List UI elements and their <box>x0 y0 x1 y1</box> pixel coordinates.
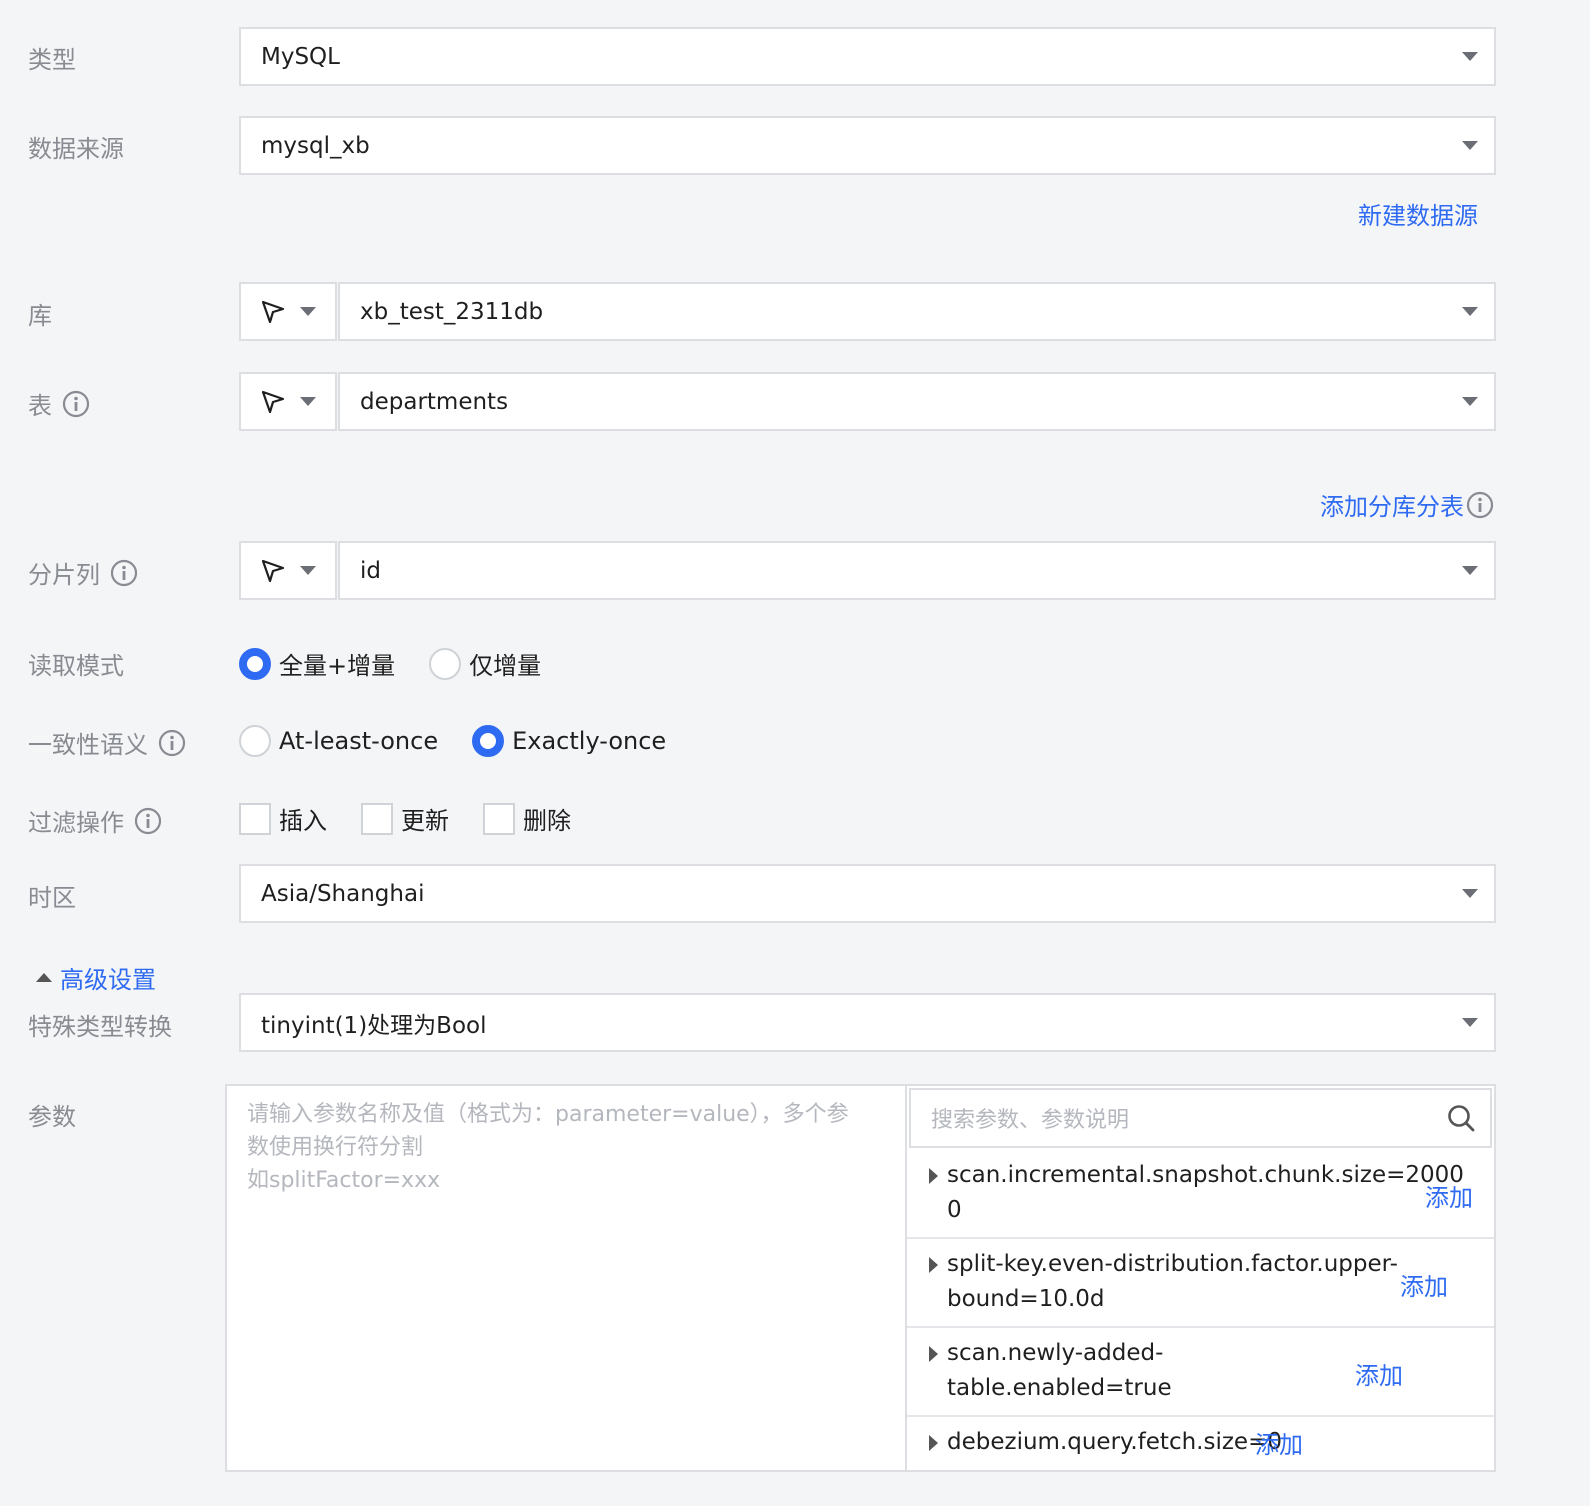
radio-unchecked[interactable] <box>239 725 271 757</box>
expand-caret-icon[interactable] <box>929 1257 938 1273</box>
table-select[interactable]: departments <box>338 372 1496 431</box>
consistency-exactly-once[interactable]: Exactly-once <box>472 725 666 757</box>
special-conversion-select[interactable]: tinyint(1)处理为Bool <box>239 993 1496 1052</box>
chevron-down-icon <box>1462 889 1478 898</box>
cursor-icon <box>261 300 285 323</box>
database-mode-select[interactable] <box>239 282 337 341</box>
param-item[interactable]: scan.newly-added- table.enabled=true 添加 <box>907 1328 1494 1417</box>
expand-caret-icon[interactable] <box>929 1168 938 1184</box>
add-shard-table-label: 添加分库分表 <box>1320 493 1464 521</box>
read-mode-radio-group: 全量+增量 仅增量 <box>239 646 575 681</box>
source-label: 数据来源 <box>28 135 124 163</box>
type-select[interactable]: MySQL <box>239 27 1496 86</box>
shard-column-value: id <box>360 557 381 584</box>
new-datasource-link[interactable]: 新建数据源 <box>1358 196 1478 231</box>
param-item[interactable]: scan.incremental.snapshot.chunk.size=200… <box>907 1150 1494 1239</box>
table-mode-select[interactable] <box>239 372 337 431</box>
info-icon[interactable] <box>110 559 138 587</box>
filter-ops-label: 过滤操作 <box>28 803 162 838</box>
table-value: departments <box>360 388 509 415</box>
chevron-down-icon <box>1462 566 1478 575</box>
radio-checked[interactable] <box>472 725 505 757</box>
filter-ops-checkbox-group: 插入 更新 删除 <box>239 801 605 836</box>
chevron-down-icon <box>300 566 316 575</box>
add-param-link[interactable]: 添加 <box>1400 1267 1448 1302</box>
chevron-down-icon <box>1462 52 1478 61</box>
cursor-icon <box>261 390 285 413</box>
param-item[interactable]: split-key.even-distribution.factor.upper… <box>907 1239 1494 1328</box>
filter-update[interactable]: 更新 <box>361 801 449 836</box>
param-item[interactable]: debezium.query.fetch.size=0 添加 <box>907 1417 1494 1473</box>
info-icon[interactable] <box>134 807 162 835</box>
special-conversion-value: tinyint(1)处理为Bool <box>261 1012 487 1039</box>
radio-unchecked[interactable] <box>429 647 462 680</box>
chevron-down-icon <box>1462 1018 1478 1027</box>
param-text: scan.newly-added- table.enabled=true <box>947 1340 1172 1401</box>
params-placeholder: 请输入参数名称及值（格式为：parameter=value），多个参 数使用换行… <box>247 1102 849 1193</box>
param-search-input[interactable]: 搜索参数、参数说明 <box>909 1088 1492 1148</box>
type-label: 类型 <box>28 46 76 74</box>
info-icon[interactable] <box>1466 491 1494 519</box>
checkbox[interactable] <box>239 802 271 835</box>
database-value: xb_test_2311db <box>360 298 544 325</box>
advanced-settings-toggle[interactable]: 高级设置 <box>36 960 156 995</box>
source-value: mysql_xb <box>261 132 370 159</box>
param-text: split-key.even-distribution.factor.upper… <box>947 1251 1398 1312</box>
add-param-link[interactable]: 添加 <box>1355 1356 1403 1391</box>
shard-column-mode-select[interactable] <box>239 541 337 600</box>
chevron-down-icon <box>1462 307 1478 316</box>
checkbox[interactable] <box>361 802 393 835</box>
source-select[interactable]: mysql_xb <box>239 116 1496 175</box>
shard-column-select[interactable]: id <box>338 541 1496 600</box>
read-mode-label: 读取模式 <box>28 652 124 680</box>
chevron-up-icon <box>36 973 52 982</box>
consistency-radio-group: At-least-once Exactly-once <box>239 725 700 757</box>
expand-caret-icon[interactable] <box>929 1435 938 1451</box>
chevron-down-icon <box>1462 397 1478 406</box>
cursor-icon <box>261 559 285 582</box>
checkbox[interactable] <box>483 802 515 835</box>
consistency-at-least-once[interactable]: At-least-once <box>239 725 438 757</box>
params-suggestion-panel: 搜索参数、参数说明 scan.incremental.snapshot.chun… <box>905 1084 1496 1472</box>
chevron-down-icon <box>300 307 316 316</box>
param-text: debezium.query.fetch.size=0 <box>947 1429 1282 1455</box>
type-value: MySQL <box>261 43 340 70</box>
filter-delete[interactable]: 删除 <box>483 801 571 836</box>
chevron-down-icon <box>1462 141 1478 150</box>
special-conversion-label: 特殊类型转换 <box>28 1013 172 1041</box>
database-label: 库 <box>28 302 52 330</box>
info-icon[interactable] <box>62 390 90 418</box>
shard-column-label: 分片列 <box>28 555 138 590</box>
search-icon[interactable] <box>1446 1103 1476 1133</box>
param-search-placeholder: 搜索参数、参数说明 <box>931 1108 1130 1133</box>
param-text: scan.incremental.snapshot.chunk.size=200… <box>947 1162 1464 1223</box>
add-param-link[interactable]: 添加 <box>1255 1425 1303 1460</box>
radio-checked[interactable] <box>239 647 271 680</box>
chevron-down-icon <box>300 397 316 406</box>
timezone-select[interactable]: Asia/Shanghai <box>239 864 1496 923</box>
database-select[interactable]: xb_test_2311db <box>338 282 1496 341</box>
timezone-label: 时区 <box>28 884 76 912</box>
read-mode-incremental-only[interactable]: 仅增量 <box>429 646 541 681</box>
add-shard-table-link[interactable]: 添加分库分表 <box>1320 487 1494 522</box>
filter-insert[interactable]: 插入 <box>239 801 327 836</box>
table-label: 表 <box>28 386 90 421</box>
params-textarea[interactable]: 请输入参数名称及值（格式为：parameter=value），多个参 数使用换行… <box>225 1084 907 1472</box>
info-icon[interactable] <box>158 729 186 757</box>
expand-caret-icon[interactable] <box>929 1346 938 1362</box>
params-label: 参数 <box>28 1103 76 1131</box>
consistency-label: 一致性语义 <box>28 725 186 760</box>
read-mode-full-incremental[interactable]: 全量+增量 <box>239 646 395 681</box>
add-param-link[interactable]: 添加 <box>1425 1178 1473 1213</box>
timezone-value: Asia/Shanghai <box>261 880 425 907</box>
